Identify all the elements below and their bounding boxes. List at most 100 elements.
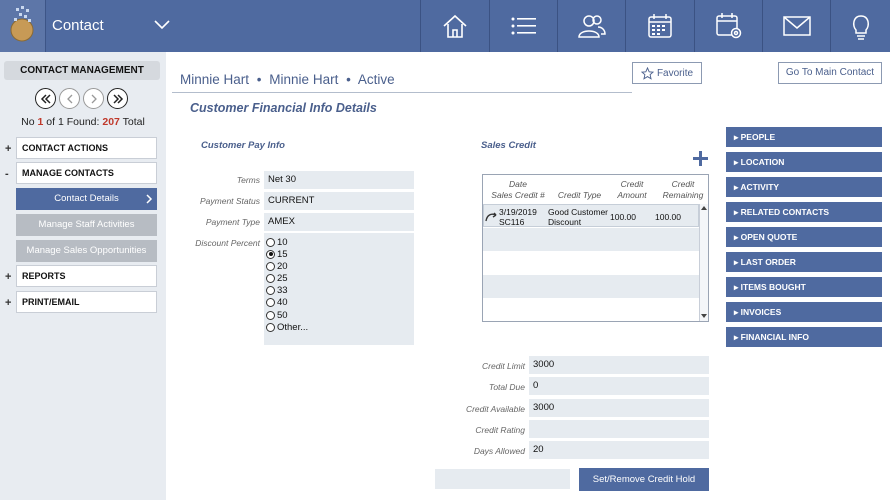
return-arrow-icon[interactable]: [485, 212, 497, 222]
location-tab[interactable]: ▸ LOCATION: [726, 152, 882, 172]
list-button[interactable]: [489, 0, 557, 52]
lightbulb-icon: [852, 15, 869, 40]
column-header-date: Date Sales Credit #: [487, 179, 549, 201]
terms-label: Terms: [236, 175, 260, 185]
ideas-button[interactable]: [830, 0, 890, 52]
first-record-button[interactable]: [35, 88, 56, 109]
column-header-credit-remaining: Credit Remaining: [659, 179, 707, 201]
add-icon[interactable]: [692, 150, 709, 167]
discount-option-label: 25: [277, 272, 288, 284]
expand-icon[interactable]: +: [5, 143, 11, 155]
payment-type-field[interactable]: AMEX: [264, 213, 414, 231]
collapse-icon[interactable]: -: [5, 168, 9, 180]
found-total: 1: [57, 116, 64, 128]
total-due-field[interactable]: 0: [529, 377, 709, 395]
found-of: of: [46, 116, 56, 128]
credit-limit-field[interactable]: 3000: [529, 356, 709, 374]
set-remove-credit-hold-button[interactable]: Set/Remove Credit Hold: [579, 468, 709, 491]
credit-rating-field[interactable]: [529, 420, 709, 438]
invoices-tab-label: INVOICES: [740, 307, 782, 317]
last-record-button[interactable]: [107, 88, 128, 109]
header-divider: [172, 92, 632, 93]
discount-option[interactable]: 50: [266, 309, 288, 321]
mail-icon: [782, 16, 811, 36]
days-allowed-field[interactable]: 20: [529, 441, 709, 459]
separator: •: [346, 72, 351, 87]
manage-sales-opportunities-item[interactable]: Manage Sales Opportunities: [16, 240, 157, 262]
payment-status-field[interactable]: CURRENT: [264, 192, 414, 210]
discount-option-label: 33: [277, 284, 288, 296]
print-email-menu[interactable]: PRINT/EMAIL: [16, 291, 157, 313]
radio-button[interactable]: [266, 297, 275, 307]
contact-details-item[interactable]: Contact Details: [16, 188, 157, 210]
discount-option[interactable]: 10: [266, 236, 288, 248]
found-current: 1: [37, 116, 44, 128]
discount-option[interactable]: 33: [266, 284, 288, 296]
terms-field[interactable]: Net 30: [264, 171, 414, 189]
people-tab[interactable]: ▸ PEOPLE: [726, 127, 882, 147]
radio-button[interactable]: [266, 273, 275, 283]
go-to-main-contact-button[interactable]: Go To Main Contact: [778, 62, 882, 84]
reports-menu[interactable]: REPORTS: [16, 265, 157, 287]
radio-button[interactable]: [266, 237, 275, 247]
people-button[interactable]: [557, 0, 625, 52]
related-contacts-tab-label: RELATED CONTACTS: [740, 207, 830, 217]
app-logo[interactable]: [0, 0, 46, 52]
open-quote-tab-label: OPEN QUOTE: [740, 232, 798, 242]
last-order-tab[interactable]: ▸ LAST ORDER: [726, 252, 882, 272]
discount-option[interactable]: 25: [266, 272, 288, 284]
discount-option[interactable]: 15: [266, 248, 288, 260]
favorite-label: Favorite: [656, 67, 694, 79]
calendar-button[interactable]: [625, 0, 694, 52]
found-prefix: No: [21, 116, 35, 128]
credit-number-value: SC116: [499, 217, 525, 227]
credit-type-line1: Good Customer: [548, 207, 608, 217]
contact-actions-menu[interactable]: CONTACT ACTIONS: [16, 137, 157, 159]
mail-button[interactable]: [762, 0, 830, 52]
calendar-settings-button[interactable]: [694, 0, 762, 52]
expand-icon[interactable]: +: [5, 271, 11, 283]
column-header-credit-type: Credit Type: [557, 190, 602, 200]
star-icon: [640, 66, 654, 80]
credit-hold-status-field[interactable]: [435, 469, 570, 489]
table-row[interactable]: 3/19/2019 SC116 Good Customer Discount 100…: [483, 204, 699, 227]
chevron-left-icon: [66, 94, 72, 103]
favorite-button[interactable]: Favorite: [632, 62, 702, 84]
calendar-settings-icon: [715, 13, 741, 39]
double-chevron-right-icon: [112, 93, 123, 104]
scroll-up-icon[interactable]: [700, 205, 708, 211]
items-bought-tab[interactable]: ▸ ITEMS BOUGHT: [726, 277, 882, 297]
next-record-button[interactable]: [83, 88, 104, 109]
credit-number-header: Sales Credit #: [491, 190, 545, 200]
financial-info-tab[interactable]: ▸ FINANCIAL INFO: [726, 327, 882, 347]
expand-icon[interactable]: +: [5, 297, 11, 309]
scroll-down-icon[interactable]: [700, 313, 708, 319]
home-button[interactable]: [420, 0, 489, 52]
discount-option[interactable]: Other...: [266, 321, 308, 333]
radio-button[interactable]: [266, 322, 275, 332]
radio-button[interactable]: [266, 261, 275, 271]
related-contacts-tab[interactable]: ▸ RELATED CONTACTS: [726, 202, 882, 222]
company-name: Minnie Hart: [269, 72, 339, 87]
activity-tab[interactable]: ▸ ACTIVITY: [726, 177, 882, 197]
previous-record-button[interactable]: [59, 88, 80, 109]
credit-date: 3/19/2019 SC116: [499, 207, 537, 227]
radio-button[interactable]: [266, 285, 275, 295]
credit-type: Good Customer Discount: [548, 207, 608, 227]
radio-button[interactable]: [266, 310, 275, 320]
discount-option[interactable]: 40: [266, 296, 288, 308]
discount-option[interactable]: 20: [266, 260, 288, 272]
total-due-label: Total Due: [488, 382, 525, 392]
open-quote-tab[interactable]: ▸ OPEN QUOTE: [726, 227, 882, 247]
manage-contacts-menu[interactable]: MANAGE CONTACTS: [16, 162, 157, 184]
date-header: Date: [509, 179, 527, 189]
column-header-credit-amount: Credit Amount: [609, 179, 655, 201]
portal-scrollbar[interactable]: [699, 204, 708, 321]
chevron-down-icon[interactable]: [152, 15, 172, 35]
contact-details-label: Contact Details: [54, 193, 119, 204]
invoices-tab[interactable]: ▸ INVOICES: [726, 302, 882, 322]
contact-name: Minnie Hart: [180, 72, 250, 87]
manage-staff-activities-item[interactable]: Manage Staff Activities: [16, 214, 157, 236]
radio-button-selected[interactable]: [266, 249, 275, 259]
credit-available-field[interactable]: 3000: [529, 399, 709, 417]
